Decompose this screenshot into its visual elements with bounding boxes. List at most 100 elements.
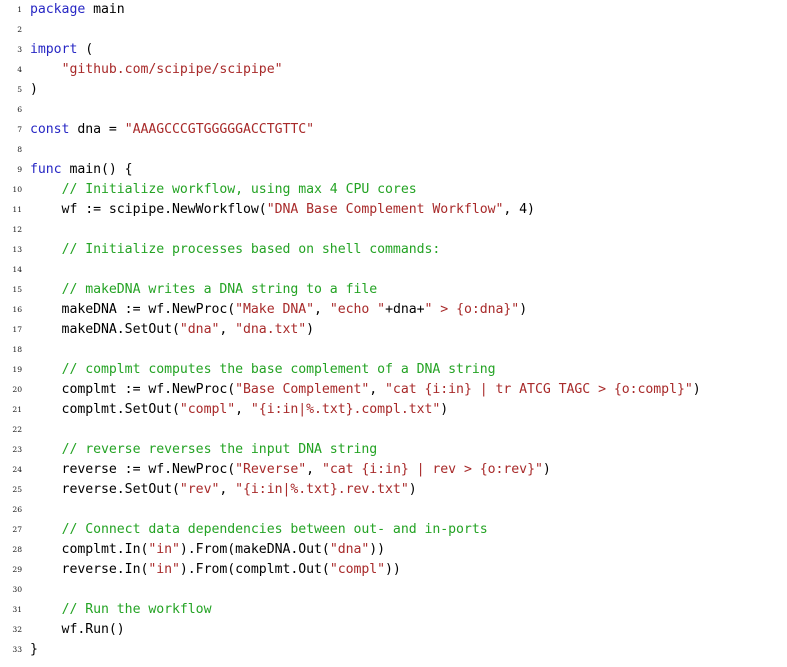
code-line: 17 makeDNA.SetOut("dna", "dna.txt")	[0, 320, 787, 340]
code-line-text: reverse.In("in").From(complmt.Out("compl…	[30, 560, 401, 580]
code-line: 22	[0, 420, 787, 440]
code-line: 8	[0, 140, 787, 160]
token-pln: ,	[235, 402, 251, 417]
token-pln	[30, 362, 62, 377]
code-line: 5)	[0, 80, 787, 100]
token-pln: complmt := wf.NewProc(	[30, 382, 236, 397]
line-number: 16	[12, 305, 22, 314]
code-line-text: "github.com/scipipe/scipipe"	[30, 60, 283, 80]
token-pln: dna =	[69, 122, 125, 137]
code-line-text: wf.Run()	[30, 620, 125, 640]
token-com: // Initialize processes based on shell c…	[61, 242, 441, 257]
token-com: // complmt computes the base complement …	[61, 362, 496, 377]
token-str: "dna"	[179, 322, 220, 337]
token-str: "rev"	[179, 482, 220, 497]
code-line-text: // Initialize workflow, using max 4 CPU …	[30, 180, 417, 200]
code-line: 29 reverse.In("in").From(complmt.Out("co…	[0, 560, 787, 580]
line-number: 6	[17, 105, 22, 114]
code-line: 30	[0, 580, 787, 600]
token-str: "compl"	[329, 562, 386, 577]
line-number: 30	[12, 585, 22, 594]
line-number: 7	[17, 125, 22, 134]
code-line-text: reverse := wf.NewProc("Reverse", "cat {i…	[30, 460, 551, 480]
line-number: 18	[12, 345, 22, 354]
code-line-text: // reverse reverses the input DNA string	[30, 440, 378, 460]
line-number: 3	[17, 45, 22, 54]
line-number: 5	[17, 85, 22, 94]
token-pln	[30, 602, 62, 617]
token-com: // Run the workflow	[61, 602, 212, 617]
code-line: 15 // makeDNA writes a DNA string to a f…	[0, 280, 787, 300]
line-number: 33	[12, 645, 22, 654]
token-pln: reverse := wf.NewProc(	[30, 462, 236, 477]
token-pln: (	[77, 42, 94, 57]
token-pln: , 4)	[503, 202, 535, 217]
code-line: 20 complmt := wf.NewProc("Base Complemen…	[0, 380, 787, 400]
token-pln: )	[519, 302, 528, 317]
token-pln: main() {	[61, 162, 133, 177]
token-pln: reverse.SetOut(	[30, 482, 180, 497]
token-pln: ,	[369, 382, 386, 397]
token-str: "DNA Base Complement Workflow"	[266, 202, 504, 217]
token-str: "echo "	[329, 302, 386, 317]
code-line: 27 // Connect data dependencies between …	[0, 520, 787, 540]
code-line: 3 import (	[0, 40, 787, 60]
code-line-text: // complmt computes the base complement …	[30, 360, 496, 380]
token-pln	[30, 442, 62, 457]
code-line-text: func main() {	[30, 160, 133, 180]
token-str: "cat {i:in} | rev > {o:rev}"	[321, 462, 543, 477]
token-pln: main	[85, 2, 125, 17]
token-pln: ).From(complmt.Out(	[179, 562, 330, 577]
token-pln: reverse.In(	[30, 562, 149, 577]
code-line: 1 package main	[0, 0, 787, 20]
line-number: 8	[17, 145, 22, 154]
code-line: 13 // Initialize processes based on shel…	[0, 240, 787, 260]
token-kw: import	[30, 42, 78, 57]
token-str: " > {o:dna}"	[424, 302, 520, 317]
code-line: 2	[0, 20, 787, 40]
token-str: "{i:in|%.txt}.compl.txt"	[250, 402, 441, 417]
code-line: 11 wf := scipipe.NewWorkflow("DNA Base C…	[0, 200, 787, 220]
token-kw: package	[30, 2, 86, 17]
code-line-text: complmt := wf.NewProc("Base Complement",…	[30, 380, 701, 400]
token-pln	[30, 62, 62, 77]
line-number: 11	[12, 205, 22, 214]
code-line-text: complmt.In("in").From(makeDNA.Out("dna")…	[30, 540, 386, 560]
code-line: 10 // Initialize workflow, using max 4 C…	[0, 180, 787, 200]
code-line: 7 const dna = "AAAGCCCGTGGGGGACCTGTTC"	[0, 120, 787, 140]
line-number: 31	[12, 605, 22, 614]
token-com: // Initialize workflow, using max 4 CPU …	[61, 182, 417, 197]
line-number: 29	[12, 565, 22, 574]
token-str: "compl"	[179, 402, 236, 417]
code-line-text: // Initialize processes based on shell c…	[30, 240, 441, 260]
code-line: 9 func main() {	[0, 160, 787, 180]
token-kw: func	[30, 162, 62, 177]
code-line-text: // makeDNA writes a DNA string to a file	[30, 280, 378, 300]
code-line-text: wf := scipipe.NewWorkflow("DNA Base Comp…	[30, 200, 535, 220]
line-number: 10	[12, 185, 22, 194]
token-str: "{i:in|%.txt}.rev.txt"	[235, 482, 409, 497]
code-line-text: complmt.SetOut("compl", "{i:in|%.txt}.co…	[30, 400, 449, 420]
line-number: 19	[12, 365, 22, 374]
code-line-text: }	[30, 640, 38, 660]
token-str: "cat {i:in} | tr ATCG TAGC > {o:compl}"	[385, 382, 693, 397]
code-line: 28 complmt.In("in").From(makeDNA.Out("dn…	[0, 540, 787, 560]
token-pln: complmt.In(	[30, 542, 149, 557]
line-number: 15	[12, 285, 22, 294]
code-line-text: )	[30, 80, 38, 100]
line-number: 9	[17, 165, 22, 174]
token-kw: const	[30, 122, 70, 137]
code-line: 16 makeDNA := wf.NewProc("Make DNA", "ec…	[0, 300, 787, 320]
token-pln: makeDNA := wf.NewProc(	[30, 302, 236, 317]
line-number: 4	[17, 65, 22, 74]
token-pln	[30, 242, 62, 257]
token-str: "Reverse"	[235, 462, 307, 477]
token-pln: )	[440, 402, 449, 417]
token-pln: ,	[219, 322, 236, 337]
token-pln: complmt.SetOut(	[30, 402, 180, 417]
token-pln: )	[408, 482, 417, 497]
token-com: // reverse reverses the input DNA string	[61, 442, 378, 457]
token-pln: ))	[369, 542, 386, 557]
code-line: 19 // complmt computes the base compleme…	[0, 360, 787, 380]
token-pln	[30, 522, 62, 537]
